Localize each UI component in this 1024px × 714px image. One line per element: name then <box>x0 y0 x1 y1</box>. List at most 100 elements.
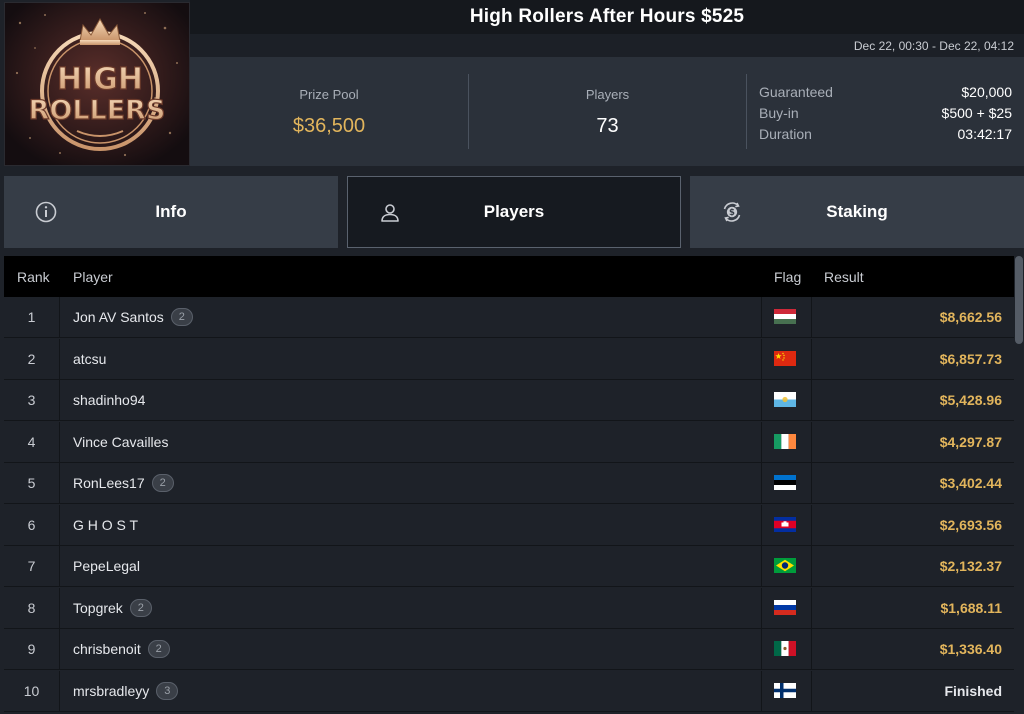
player-cell[interactable]: Jon AV Santos 2 <box>73 297 193 337</box>
entries-badge: 2 <box>147 640 170 658</box>
buyin-value: $500 + $25 <box>941 104 1012 121</box>
guaranteed-label: Guaranteed <box>759 83 833 100</box>
tab-info-label: Info <box>155 202 187 221</box>
title-bar: High Rollers After Hours $525 <box>190 0 1024 34</box>
estonia-flag-icon <box>774 475 796 490</box>
duration-label: Duration <box>759 125 812 142</box>
table-row[interactable]: 3 shadinho94 $5,428.96 <box>4 380 1014 421</box>
tab-players[interactable]: Players <box>347 176 681 248</box>
table-row[interactable]: 2 atcsu $6,857.73 <box>4 338 1014 380</box>
flag-cell <box>761 421 812 462</box>
china-flag-icon <box>774 350 796 366</box>
cambodia-flag-icon <box>774 516 796 532</box>
finland-flag-icon <box>774 682 796 698</box>
prize-pool-stat: Prize Pool $36,500 <box>190 57 468 166</box>
result-cell: $1,336.40 <box>939 641 1002 657</box>
result-cell: $4,297.87 <box>939 433 1002 450</box>
brazil-flag-icon <box>774 558 796 573</box>
player-cell[interactable]: chrisbenoit 2 <box>73 629 170 669</box>
prize-pool-value: $36,500 <box>292 115 366 137</box>
column-header-rank[interactable]: Rank <box>17 269 50 285</box>
tournament-logo: HIGH ROLLERS <box>4 2 190 166</box>
flag-cell <box>761 587 812 628</box>
table-row[interactable]: 5 RonLees17 2 $3,402.44 <box>4 463 1014 504</box>
divider <box>746 74 747 149</box>
flag-cell <box>761 504 812 545</box>
rank-cell: 9 <box>4 629 60 669</box>
player-name[interactable]: chrisbenoit <box>73 641 141 657</box>
player-name[interactable]: atcsu <box>73 351 106 367</box>
flag-cell <box>761 380 812 420</box>
players-label: Players <box>585 87 630 102</box>
table-row[interactable]: 1 Jon AV Santos 2 $8,662.56 <box>4 297 1014 338</box>
player-name[interactable]: Jon AV Santos <box>73 309 164 325</box>
result-cell: $5,428.96 <box>939 392 1002 408</box>
player-cell[interactable]: RonLees17 2 <box>73 463 174 503</box>
flag-cell <box>761 629 812 669</box>
tab-players-label: Players <box>483 202 545 221</box>
player-name[interactable]: PepeLegal <box>73 558 140 574</box>
buyin-label: Buy-in <box>759 104 799 121</box>
result-cell: $3,402.44 <box>939 475 1002 491</box>
tournament-dates: Dec 22, 00:30 - Dec 22, 04:12 <box>853 38 1014 53</box>
rank-cell: 1 <box>4 297 60 337</box>
rank-cell: 6 <box>4 504 60 545</box>
svg-text:HIGH: HIGH <box>57 62 143 97</box>
player-name[interactable]: shadinho94 <box>73 392 145 408</box>
player-cell[interactable]: Vince Cavailles <box>73 422 168 462</box>
rank-cell: 5 <box>4 463 60 503</box>
entries-badge: 3 <box>156 681 179 700</box>
scrollbar-thumb[interactable] <box>1015 256 1023 344</box>
prize-pool-label: Prize Pool <box>299 87 359 102</box>
user-icon <box>381 204 399 222</box>
players-stat: Players 73 <box>469 57 746 166</box>
result-cell: $2,132.37 <box>939 558 1002 574</box>
table-header: Rank Player Flag Result <box>4 256 1014 297</box>
player-cell[interactable]: G H O S T <box>73 505 138 545</box>
flag-cell <box>761 297 812 337</box>
result-cell: $8,662.56 <box>939 309 1002 325</box>
player-name[interactable]: G H O S T <box>73 517 138 533</box>
table-row[interactable]: 7 PepeLegal $2,132.37 <box>4 546 1014 587</box>
player-name[interactable]: mrsbradleyy <box>73 683 149 699</box>
player-name[interactable]: Vince Cavailles <box>73 434 168 450</box>
column-header-result[interactable]: Result <box>824 269 864 285</box>
rank-cell: 10 <box>4 670 60 711</box>
tab-info[interactable]: Info <box>4 176 338 248</box>
russia-flag-icon <box>774 599 796 615</box>
san-marino-flag-icon <box>774 392 796 407</box>
table-row[interactable]: 8 Topgrek 2 $1,688.11 <box>4 587 1014 629</box>
player-cell[interactable]: Topgrek 2 <box>73 588 152 628</box>
rank-cell: 2 <box>4 338 60 379</box>
result-cell: $1,688.11 <box>940 599 1002 616</box>
flag-cell <box>761 546 812 586</box>
flag-cell <box>761 463 812 503</box>
result-cell: $6,857.73 <box>939 350 1002 367</box>
player-cell[interactable]: atcsu <box>73 339 106 379</box>
stats-panel: Prize Pool $36,500 Players 73 Guaranteed… <box>190 57 1024 166</box>
svg-text:$: $ <box>729 208 735 218</box>
table-row[interactable]: 10 mrsbradleyy 3 Finished <box>4 670 1014 712</box>
column-header-flag[interactable]: Flag <box>774 269 801 285</box>
entries-badge: 2 <box>170 308 193 326</box>
staking-icon: $ <box>723 202 741 222</box>
column-header-player[interactable]: Player <box>73 269 113 285</box>
tab-staking[interactable]: $ Staking <box>690 176 1024 248</box>
table-row[interactable]: 6 G H O S T $2,693.56 <box>4 504 1014 546</box>
player-cell[interactable]: PepeLegal <box>73 546 140 586</box>
tournament-title: High Rollers After Hours $525 <box>469 6 745 27</box>
player-name[interactable]: RonLees17 <box>73 475 145 491</box>
hungary-flag-icon <box>774 309 796 324</box>
table-row[interactable]: 9 chrisbenoit 2 $1,336.40 <box>4 629 1014 670</box>
table-row[interactable]: 4 Vince Cavailles $4,297.87 <box>4 421 1014 463</box>
player-name[interactable]: Topgrek <box>73 600 123 616</box>
player-cell[interactable]: shadinho94 <box>73 380 145 420</box>
player-cell[interactable]: mrsbradleyy 3 <box>73 671 179 711</box>
players-table: Rank Player Flag Result 1 Jon AV Santos 2 $… <box>4 256 1014 714</box>
rank-cell: 8 <box>4 587 60 628</box>
info-icon <box>35 201 57 223</box>
flag-cell <box>761 670 812 711</box>
duration-value: 03:42:17 <box>957 125 1013 142</box>
rank-cell: 3 <box>4 380 60 420</box>
table-scrollbar[interactable] <box>1014 256 1024 714</box>
